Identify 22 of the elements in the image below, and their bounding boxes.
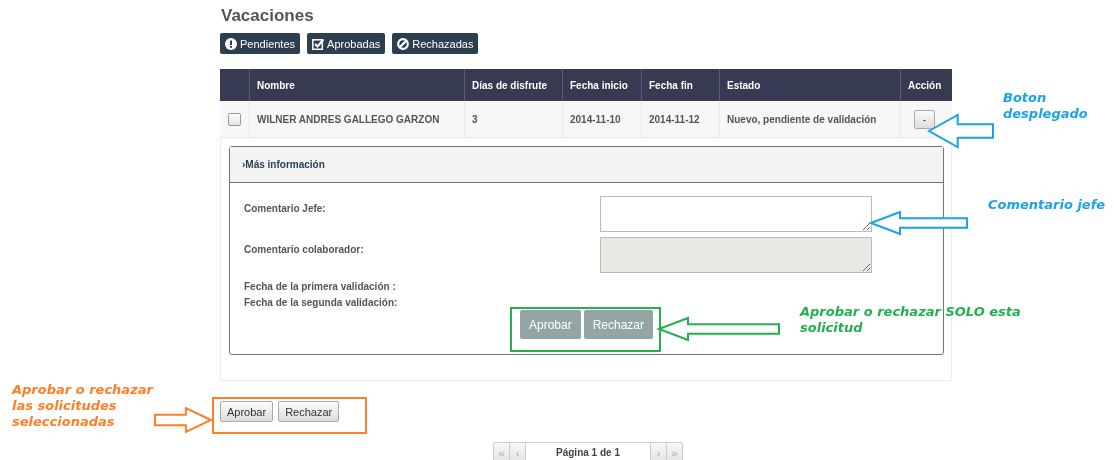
field-label: Comentario colaborador: [244, 243, 364, 257]
page-indicator: Página 1 de 1 [526, 443, 650, 460]
filter-button[interactable]: Aprobadas [307, 33, 386, 54]
filter-button[interactable]: Pendientes [220, 33, 301, 54]
filter-button[interactable]: Rechazadas [392, 33, 479, 54]
annotation-text: Boton desplegado [1003, 90, 1089, 122]
panel-header[interactable]: ›Más información [230, 147, 943, 183]
table-cell: 3 [464, 101, 562, 137]
page-title: Vacaciones [221, 5, 315, 27]
field-label: Comentario Jefe: [244, 202, 326, 216]
table-cell: Nuevo, pendiente de validación [719, 101, 900, 137]
table-cell: 2014-11-10 [562, 101, 641, 137]
annotation-text: Aprobar o rechazar las solicitudes seleccionadas [12, 382, 155, 430]
date-label: Fecha de la primera validación : [244, 280, 397, 293]
table-cell: 2014-11-12 [641, 101, 719, 137]
annotation-text: Comentario jefe [988, 197, 1107, 213]
collapse-button[interactable]: - [914, 109, 935, 129]
bulk-action-button[interactable]: Aprobar [220, 401, 274, 422]
table-cell: WILNER ANDRES GALLEGO GARZON [249, 101, 464, 137]
annotation-text: Aprobar o rechazar SOLO esta solicitud [800, 304, 1022, 336]
date-label: Fecha de la segunda validación: [244, 296, 399, 309]
bulk-action-button[interactable]: Rechazar [278, 401, 340, 422]
